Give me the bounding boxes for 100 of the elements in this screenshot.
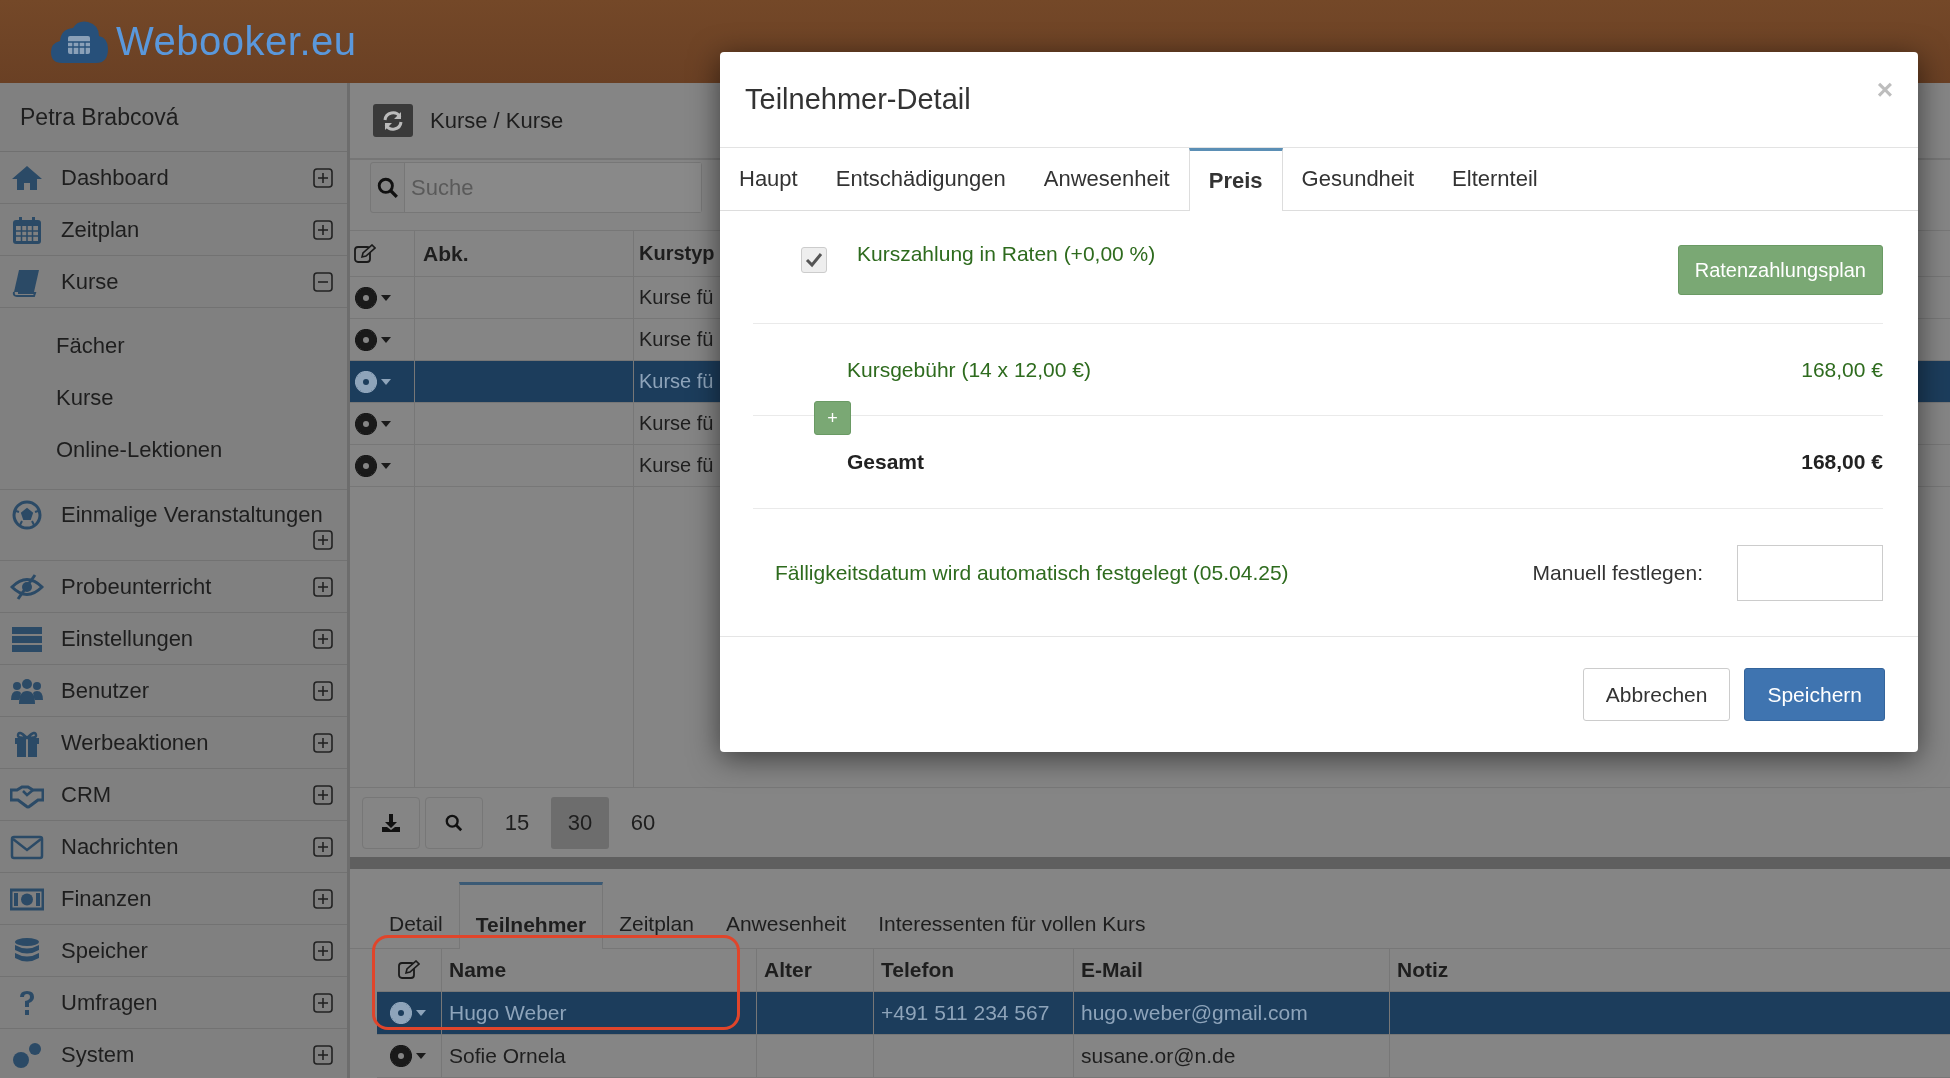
sidebar-item[interactable]: Einmalige Veranstaltungen bbox=[0, 490, 347, 561]
table-cell: Sofie Ornela bbox=[442, 1035, 757, 1077]
breadcrumb: Kurse / Kurse bbox=[430, 107, 564, 134]
table-row[interactable]: Hugo Weber +491 511 234 567 hugo.weber@gmail.com bbox=[377, 992, 1950, 1035]
table-cell: hugo.weber@gmail.com bbox=[1074, 992, 1390, 1034]
sidebar-item[interactable]: Kurse bbox=[0, 256, 347, 308]
tab[interactable]: Zeitplan bbox=[603, 881, 710, 948]
date-field[interactable] bbox=[1737, 544, 1883, 601]
sidebar-label: Zeitplan bbox=[61, 216, 140, 243]
total-label: Gesamt bbox=[847, 450, 925, 474]
manual-date-label: Manuell festlegen: bbox=[1532, 560, 1703, 585]
expand-icon[interactable] bbox=[313, 992, 333, 1013]
expand-icon[interactable] bbox=[313, 732, 333, 753]
sidebar-item[interactable]: Benutzer bbox=[0, 665, 347, 717]
tab[interactable]: Elternteil bbox=[1433, 148, 1557, 210]
save-button[interactable]: Speichern bbox=[1744, 668, 1885, 721]
refresh-button[interactable] bbox=[373, 104, 413, 137]
sidebar-item[interactable]: Speicher bbox=[0, 925, 347, 977]
sidebar-label: CRM bbox=[61, 781, 112, 808]
checkbox-label: Kurszahlung in Raten (+0,00 %) bbox=[857, 242, 1156, 266]
sidebar-item[interactable]: Finanzen bbox=[0, 873, 347, 925]
expand-icon[interactable] bbox=[313, 888, 333, 909]
checkbox[interactable] bbox=[801, 247, 827, 273]
soccer-ball-icon bbox=[10, 500, 44, 530]
download-button[interactable] bbox=[362, 796, 420, 849]
expand-icon[interactable] bbox=[313, 628, 333, 649]
add-button[interactable]: + bbox=[814, 401, 851, 435]
column-header: Alter bbox=[757, 949, 874, 991]
dialog-title: Teilnehmer-Detail bbox=[745, 83, 971, 116]
collapse-icon[interactable] bbox=[313, 271, 333, 292]
table-cell-text: Kurse fü bbox=[638, 453, 715, 478]
sidebar-item[interactable]: CRM bbox=[0, 769, 347, 821]
sidebar-item[interactable]: Einstellungen bbox=[0, 613, 347, 665]
sidebar-label: Probeunterricht bbox=[61, 573, 212, 600]
sidebar-label: Dashboard bbox=[61, 164, 169, 191]
table-cell: susane.or@n.de bbox=[1074, 1035, 1390, 1077]
expand-icon[interactable] bbox=[313, 680, 333, 701]
table-row[interactable]: Sofie Ornela susane.or@n.de bbox=[377, 1035, 1950, 1078]
installment-plan-button[interactable]: Ratenzahlungsplan bbox=[1677, 245, 1883, 295]
expand-icon[interactable] bbox=[313, 219, 333, 240]
column-header: E-Mail bbox=[1074, 949, 1390, 991]
page-size-option[interactable]: 30 bbox=[551, 796, 609, 849]
tab[interactable]: Anwesenheit bbox=[709, 881, 863, 948]
sidebar-label: Speicher bbox=[61, 937, 148, 964]
edit-icon bbox=[398, 960, 420, 980]
download-icon bbox=[381, 812, 401, 833]
sidebar-label: Werbeaktionen bbox=[61, 729, 209, 756]
page-size-option[interactable]: 15 bbox=[488, 796, 546, 849]
sidebar-item[interactable]: Dashboard bbox=[0, 152, 347, 204]
sidebar-label: Einmalige Veranstaltungen bbox=[61, 502, 323, 528]
sidebar-label: Finanzen bbox=[61, 885, 152, 912]
sidebar-item[interactable]: Umfragen bbox=[0, 977, 347, 1029]
expand-icon[interactable] bbox=[313, 784, 333, 805]
table-cell: +491 511 234 567 bbox=[874, 992, 1074, 1034]
fee-label: Kursgebühr (14 x 12,00 €) bbox=[847, 357, 1091, 382]
expand-icon[interactable] bbox=[313, 1044, 333, 1065]
column-header: Abk. bbox=[415, 231, 634, 276]
tab[interactable]: Entschädigungen bbox=[816, 148, 1025, 210]
sidebar-item[interactable]: System bbox=[0, 1029, 347, 1078]
expand-icon[interactable] bbox=[313, 530, 333, 550]
sidebar-item[interactable]: Zeitplan bbox=[0, 204, 347, 256]
expand-icon[interactable] bbox=[313, 167, 333, 188]
tab[interactable]: Detail bbox=[373, 881, 459, 948]
search-icon bbox=[445, 813, 463, 832]
table-cell-text: Kurse fü bbox=[638, 285, 715, 310]
sidebar-label: Umfragen bbox=[61, 989, 158, 1016]
sidebar-label: Nachrichten bbox=[61, 833, 179, 860]
table-cell-text: Kurse fü bbox=[638, 369, 715, 394]
tab[interactable]: Interessenten für vollen Kurs bbox=[862, 881, 1162, 948]
due-date-note: Fälligkeitsdatum wird automatisch festgelegt (05.04.25) bbox=[775, 560, 1289, 585]
check-icon bbox=[805, 252, 823, 268]
table-cell-text: Kurse fü bbox=[638, 327, 715, 352]
sidebar-label: Benutzer bbox=[61, 677, 150, 704]
sidebar-item[interactable]: Werbeaktionen bbox=[0, 717, 347, 769]
expand-icon[interactable] bbox=[313, 576, 333, 597]
tab[interactable]: Preis bbox=[1188, 148, 1283, 211]
edit-icon bbox=[354, 243, 376, 264]
expand-icon[interactable] bbox=[313, 940, 333, 961]
column-header: Kurstyp bbox=[638, 241, 716, 266]
submenu-item[interactable]: Kurse bbox=[0, 372, 347, 424]
submenu-item[interactable]: Fächer bbox=[0, 320, 347, 372]
tab[interactable]: Teilnehmer bbox=[458, 882, 604, 949]
table-cell: Hugo Weber bbox=[442, 992, 757, 1034]
column-header: Telefon bbox=[874, 949, 1074, 991]
page-size-option[interactable]: 60 bbox=[614, 796, 672, 849]
user-name: Petra Brabcová bbox=[0, 83, 347, 152]
sidebar-label: System bbox=[61, 1041, 135, 1068]
column-header: Notiz bbox=[1396, 957, 1450, 983]
calendar-icon bbox=[10, 214, 44, 245]
total-amount: 168,00 € bbox=[1801, 450, 1883, 474]
cancel-button[interactable]: Abbrechen bbox=[1582, 668, 1731, 721]
tab[interactable]: Haupt bbox=[720, 148, 817, 210]
expand-icon[interactable] bbox=[313, 836, 333, 857]
refresh-icon bbox=[381, 109, 405, 132]
search-button[interactable] bbox=[425, 796, 483, 849]
sidebar-item[interactable]: Nachrichten bbox=[0, 821, 347, 873]
tab[interactable]: Anwesenheit bbox=[1024, 148, 1189, 210]
tab[interactable]: Gesundheit bbox=[1282, 148, 1434, 210]
submenu-item[interactable]: Online-Lektionen bbox=[0, 424, 347, 476]
sidebar-item[interactable]: Probeunterricht bbox=[0, 561, 347, 613]
